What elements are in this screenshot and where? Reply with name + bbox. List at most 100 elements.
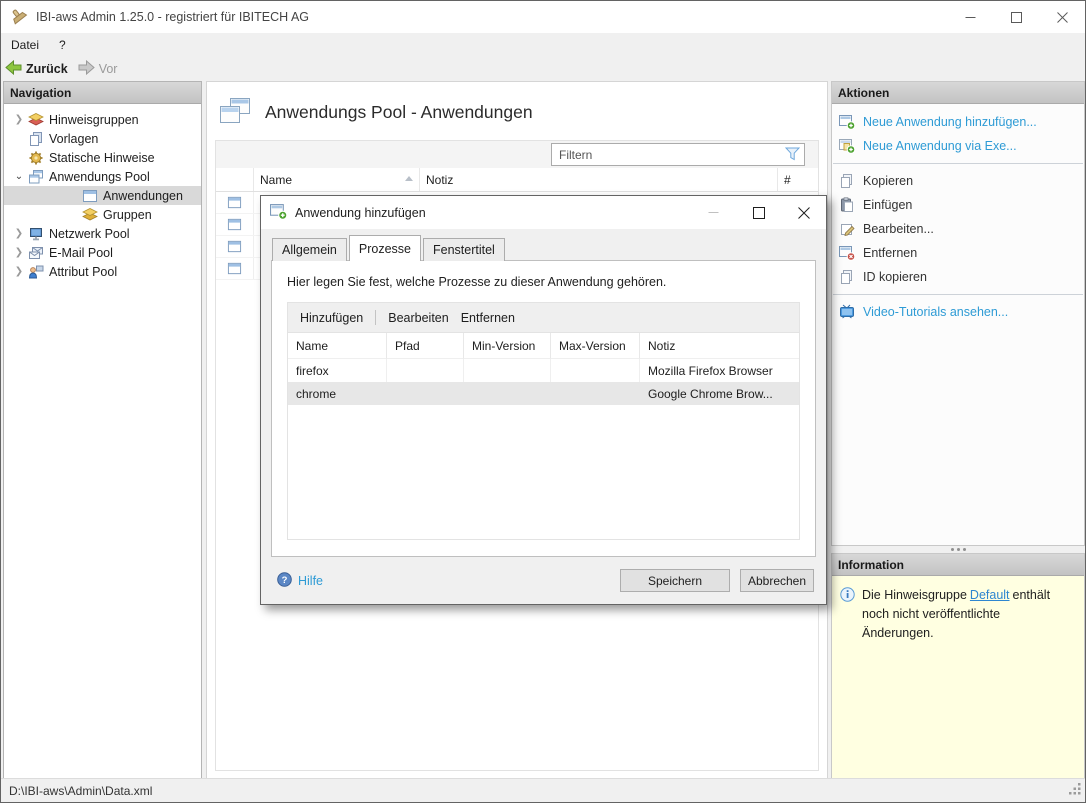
save-button[interactable]: Speichern <box>620 569 730 592</box>
resize-grip[interactable] <box>1069 783 1082 799</box>
menu-help[interactable]: ? <box>49 35 76 55</box>
cancel-button[interactable]: Abbrechen <box>740 569 814 592</box>
information-panel: Information Die HinweisgruppeDefaultenth… <box>831 553 1085 780</box>
cell-max-version <box>551 359 640 382</box>
action-label: Neue Anwendung hinzufügen... <box>863 115 1037 129</box>
email-pool-icon <box>28 245 44 261</box>
column-header-label: # <box>784 173 791 187</box>
process-row-chrome[interactable]: chrome Google Chrome Brow... <box>288 382 799 405</box>
process-row-firefox[interactable]: firefox Mozilla Firefox Browser <box>288 359 799 382</box>
sidebar-item-netzwerk-pool[interactable]: ❯ Netzwerk Pool <box>4 224 201 243</box>
column-header-notiz[interactable]: Notiz <box>640 333 799 359</box>
window-icon <box>216 258 254 279</box>
action-label: Kopieren <box>863 174 913 188</box>
new-window-icon <box>839 114 855 130</box>
separator <box>833 163 1083 164</box>
sort-asc-icon <box>405 176 413 181</box>
chevron-right-icon[interactable]: ❯ <box>12 114 26 125</box>
new-window-exe-icon <box>839 138 855 154</box>
column-header-name[interactable]: Name <box>254 168 420 191</box>
info-icon <box>840 587 855 642</box>
panel-splitter[interactable] <box>831 546 1085 553</box>
separator <box>833 294 1083 295</box>
cell-min-version <box>464 359 551 382</box>
splitter-handle-icon <box>957 548 960 551</box>
tab-fenstertitel[interactable]: Fenstertitel <box>423 238 505 261</box>
default-group-link[interactable]: Default <box>970 588 1010 602</box>
back-icon <box>5 60 22 78</box>
forward-button[interactable]: Vor <box>74 58 124 80</box>
window-icon <box>216 236 254 257</box>
actions-panel: Aktionen Neue Anwendung hinzufügen... Ne… <box>831 81 1085 546</box>
instruction-text: Hier legen Sie fest, welche Prozesse zu … <box>287 275 800 289</box>
chevron-down-icon[interactable]: ⌄ <box>12 171 26 182</box>
tab-prozesse[interactable]: Prozesse <box>349 235 421 261</box>
nav-toolbar: Zurück Vor <box>1 56 1085 81</box>
back-button[interactable]: Zurück <box>1 58 74 80</box>
tab-allgemein[interactable]: Allgemein <box>272 238 347 261</box>
anwendung-hinzufuegen-dialog: Anwendung hinzufügen Allgemein Prozesse … <box>260 195 827 605</box>
sidebar-item-label: Statische Hinweise <box>49 151 155 165</box>
column-header-label: Name <box>260 173 292 187</box>
action-bearbeiten[interactable]: Bearbeiten... <box>832 217 1084 241</box>
forward-label: Vor <box>99 62 118 76</box>
column-header-notiz[interactable]: Notiz <box>420 168 778 191</box>
action-neue-anwendung-hinzufuegen[interactable]: Neue Anwendung hinzufügen... <box>832 110 1084 134</box>
cell-pfad <box>387 359 464 382</box>
action-video-tutorials[interactable]: Video-Tutorials ansehen... <box>832 300 1084 324</box>
menu-bar: Datei ? <box>1 33 1085 56</box>
column-header-max-version[interactable]: Max-Version <box>551 333 640 359</box>
page-title: Anwendungs Pool - Anwendungen <box>265 102 533 123</box>
help-icon: ? <box>277 572 292 590</box>
column-header-count[interactable]: # <box>778 168 818 191</box>
process-add-button[interactable]: Hinzufügen <box>300 311 363 325</box>
process-remove-button[interactable]: Entfernen <box>461 311 515 325</box>
action-label: Video-Tutorials ansehen... <box>863 305 1008 319</box>
window-icon <box>216 192 254 213</box>
column-header-label: Notiz <box>426 173 453 187</box>
sidebar-item-vorlagen[interactable]: Vorlagen <box>4 129 201 148</box>
minimize-button[interactable] <box>947 1 993 33</box>
filter-funnel-icon[interactable] <box>785 147 800 164</box>
action-label: ID kopieren <box>863 270 927 284</box>
action-id-kopieren[interactable]: ID kopieren <box>832 265 1084 289</box>
chevron-right-icon[interactable]: ❯ <box>12 266 26 277</box>
filter-input[interactable] <box>551 143 805 166</box>
maximize-button[interactable] <box>993 1 1039 33</box>
sidebar-item-hinweisgruppen[interactable]: ❯ Hinweisgruppen <box>4 110 201 129</box>
dialog-maximize-button[interactable] <box>736 196 781 229</box>
dialog-tabs: Allgemein Prozesse Fenstertitel <box>261 229 826 260</box>
column-header-name[interactable]: Name <box>288 333 387 359</box>
action-neue-anwendung-via-exe[interactable]: Neue Anwendung via Exe... <box>832 134 1084 158</box>
cell-min-version <box>464 382 551 405</box>
sidebar-item-anwendungs-pool[interactable]: ⌄ Anwendungs Pool <box>4 167 201 186</box>
back-label: Zurück <box>26 62 68 76</box>
chevron-right-icon[interactable]: ❯ <box>12 247 26 258</box>
column-header-pfad[interactable]: Pfad <box>387 333 464 359</box>
action-kopieren[interactable]: Kopieren <box>832 169 1084 193</box>
window-title: IBI-aws Admin 1.25.0 - registriert für I… <box>36 10 309 24</box>
chevron-right-icon[interactable]: ❯ <box>12 228 26 239</box>
help-label: Hilfe <box>298 574 323 588</box>
status-bar: D:\IBI-aws\Admin\Data.xml <box>1 778 1085 802</box>
help-link[interactable]: ? Hilfe <box>277 572 323 590</box>
sidebar-item-anwendungen[interactable]: Anwendungen <box>4 186 201 205</box>
cell-name: chrome <box>288 382 387 405</box>
column-header-min-version[interactable]: Min-Version <box>464 333 551 359</box>
sidebar-item-attribut-pool[interactable]: ❯ Attribut Pool <box>4 262 201 281</box>
sidebar-item-email-pool[interactable]: ❯ E-Mail Pool <box>4 243 201 262</box>
sidebar-item-label: Gruppen <box>103 208 152 222</box>
anwendungs-pool-icon <box>28 169 44 185</box>
action-entfernen[interactable]: Entfernen <box>832 241 1084 265</box>
action-einfuegen[interactable]: Einfügen <box>832 193 1084 217</box>
information-header: Information <box>832 554 1084 576</box>
dialog-close-button[interactable] <box>781 196 826 229</box>
close-button[interactable] <box>1039 1 1085 33</box>
sidebar-item-statische-hinweise[interactable]: Statische Hinweise <box>4 148 201 167</box>
sidebar-item-gruppen[interactable]: Gruppen <box>4 205 201 224</box>
process-toolbar: Hinzufügen Bearbeiten Entfernen <box>288 303 799 333</box>
navigation-header: Navigation <box>4 82 201 104</box>
process-edit-button[interactable]: Bearbeiten <box>388 311 448 325</box>
menu-datei[interactable]: Datei <box>1 35 49 55</box>
anwendungs-pool-title-icon <box>218 96 252 129</box>
